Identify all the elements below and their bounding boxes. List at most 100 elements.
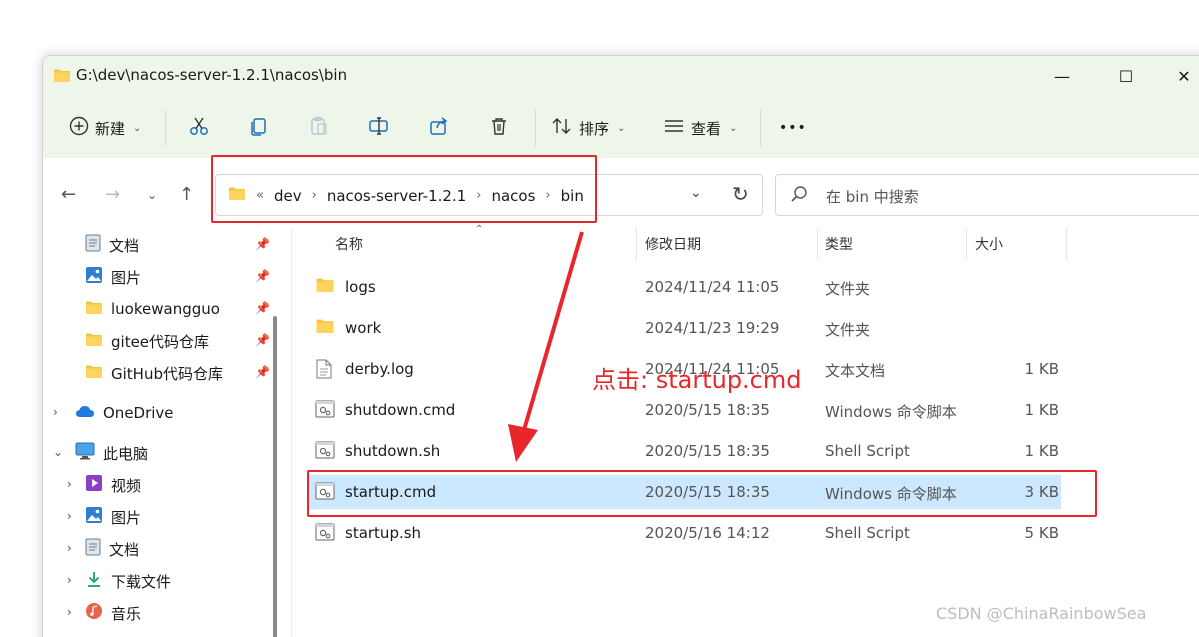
sidebar-item-pictures[interactable]: 图片 (85, 264, 141, 290)
more-options-button[interactable]: ••• (779, 114, 807, 142)
document-icon (85, 234, 101, 256)
pin-icon[interactable]: 📌 (255, 269, 270, 283)
collapse-chevron-icon[interactable]: ⌄ (53, 445, 63, 459)
file-modified-date: 2020/5/15 18:35 (645, 401, 770, 419)
sort-icon (551, 116, 573, 140)
back-arrow-icon[interactable]: ← (61, 184, 76, 205)
maximize-button[interactable]: ☐ (1103, 62, 1149, 90)
sidebar-item-pictures-pc[interactable]: 图片 (85, 504, 141, 530)
new-button-label: 新建 (95, 119, 126, 138)
share-button[interactable] (428, 114, 450, 142)
sidebar-item-label: 图片 (111, 508, 142, 527)
sidebar-item-videos[interactable]: 视频 (85, 472, 141, 498)
file-row[interactable]: work 2024/11/23 19:29 文件夹 (309, 311, 1061, 345)
toolbar-divider (760, 110, 761, 146)
script-file-icon (315, 523, 335, 545)
pin-icon[interactable]: 📌 (255, 333, 270, 347)
watermark: CSDN @ChinaRainbowSea (936, 604, 1147, 623)
sidebar-scroll-thumb[interactable] (273, 316, 277, 637)
column-divider[interactable] (1066, 228, 1067, 260)
file-name: logs (345, 278, 376, 296)
file-name: shutdown.sh (345, 442, 441, 460)
title-bar: G:\dev\nacos-server-1.2.1\nacos\bin — ☐ … (43, 56, 1199, 96)
column-divider[interactable] (817, 228, 818, 260)
rename-button[interactable] (368, 114, 390, 142)
minimize-button[interactable]: — (1039, 62, 1085, 90)
pictures-icon (85, 506, 103, 528)
file-type: 文件夹 (825, 280, 871, 298)
file-row[interactable]: shutdown.cmd 2020/5/15 18:35 Windows 命令脚本 1… (309, 393, 1061, 427)
copy-button[interactable] (248, 114, 270, 142)
file-name: derby.log (345, 360, 414, 378)
sidebar-item-github[interactable]: GitHub代码仓库 (85, 360, 223, 386)
pictures-icon (85, 266, 103, 288)
delete-button[interactable] (488, 114, 510, 142)
search-input[interactable]: 在 bin 中搜索 (775, 174, 1199, 216)
file-size: 5 KB (1024, 524, 1059, 542)
sort-ascending-icon: ⌃ (475, 224, 484, 235)
sidebar-item-gitee[interactable]: gitee代码仓库 (85, 328, 209, 354)
sidebar-item-this-pc[interactable]: 此电脑 (75, 440, 148, 466)
folder-icon (85, 332, 103, 351)
expand-chevron-icon[interactable]: › (67, 509, 72, 523)
sidebar-item-documents-pc[interactable]: 文档 (85, 536, 139, 562)
column-divider[interactable] (966, 228, 967, 260)
sidebar-item-label: OneDrive (103, 404, 174, 422)
expand-chevron-icon[interactable]: › (67, 541, 72, 555)
expand-chevron-icon[interactable]: › (67, 573, 72, 587)
expand-chevron-icon[interactable]: › (67, 477, 72, 491)
cut-button[interactable] (188, 114, 210, 142)
chevron-down-icon: ⌄ (617, 122, 626, 134)
up-arrow-icon[interactable]: ↑ (179, 184, 194, 205)
sidebar-item-documents[interactable]: 文档 (85, 232, 139, 258)
column-header-type[interactable]: 类型 (825, 234, 853, 254)
sort-button[interactable]: 排序 ⌄ (551, 114, 625, 142)
pin-icon[interactable]: 📌 (255, 237, 270, 251)
annotation-address-highlight (211, 155, 597, 223)
file-modified-date: 2024/11/23 19:29 (645, 319, 780, 337)
sidebar-scrollbar[interactable] (272, 228, 278, 637)
file-row[interactable]: startup.sh 2020/5/16 14:12 Shell Script 5 K… (309, 516, 1061, 550)
refresh-icon[interactable]: ↻ (732, 182, 749, 206)
sidebar-item-luokewangguo[interactable]: luokewangguo (85, 296, 220, 322)
text-file-icon (315, 359, 333, 383)
document-icon (85, 538, 101, 560)
search-icon (790, 185, 808, 207)
cloud-icon (75, 404, 95, 422)
delete-icon (488, 115, 510, 141)
file-size: 1 KB (1024, 360, 1059, 378)
new-button[interactable]: 新建 ⌄ (69, 114, 141, 142)
recent-locations-chevron-icon[interactable]: ⌄ (147, 188, 157, 202)
script-file-icon (315, 441, 335, 463)
address-history-chevron-icon[interactable]: ⌄ (690, 185, 702, 201)
file-type: Windows 命令脚本 (825, 403, 957, 421)
sidebar-item-downloads[interactable]: 下载文件 (85, 568, 171, 594)
file-row[interactable]: logs 2024/11/24 11:05 文件夹 (309, 270, 1061, 304)
pin-icon[interactable]: 📌 (255, 301, 270, 315)
view-button[interactable]: 查看 ⌄ (663, 114, 737, 142)
sidebar-item-onedrive[interactable]: OneDrive (75, 400, 174, 426)
pane-divider[interactable] (291, 228, 292, 637)
annotation-label: 点击: startup.cmd (592, 366, 802, 394)
forward-arrow-icon[interactable]: → (105, 184, 120, 205)
column-divider[interactable] (636, 228, 637, 260)
chevron-down-icon: ⌄ (133, 122, 142, 134)
column-header-name[interactable]: 名称 (335, 234, 363, 254)
paste-button[interactable] (308, 114, 330, 142)
sidebar-item-music[interactable]: 音乐 (85, 600, 141, 626)
file-type: Shell Script (825, 442, 910, 460)
close-button[interactable]: ✕ (1161, 62, 1199, 90)
file-row[interactable]: shutdown.sh 2020/5/15 18:35 Shell Script 1 … (309, 434, 1061, 468)
navigation-pane: 文档 📌 图片 📌 luokewangguo 📌 gitee代码仓库 📌 Git… (43, 228, 273, 637)
column-header-date[interactable]: 修改日期 (645, 234, 701, 254)
pin-icon[interactable]: 📌 (255, 365, 270, 379)
chevron-down-icon: ⌄ (729, 122, 738, 134)
sidebar-item-label: GitHub代码仓库 (111, 364, 223, 383)
column-header-size[interactable]: 大小 (975, 234, 1003, 254)
expand-chevron-icon[interactable]: › (53, 405, 58, 419)
sort-button-label: 排序 (579, 119, 610, 138)
expand-chevron-icon[interactable]: › (67, 605, 72, 619)
toolbar-divider (165, 110, 166, 146)
file-size: 1 KB (1024, 442, 1059, 460)
folder-icon (85, 300, 103, 319)
